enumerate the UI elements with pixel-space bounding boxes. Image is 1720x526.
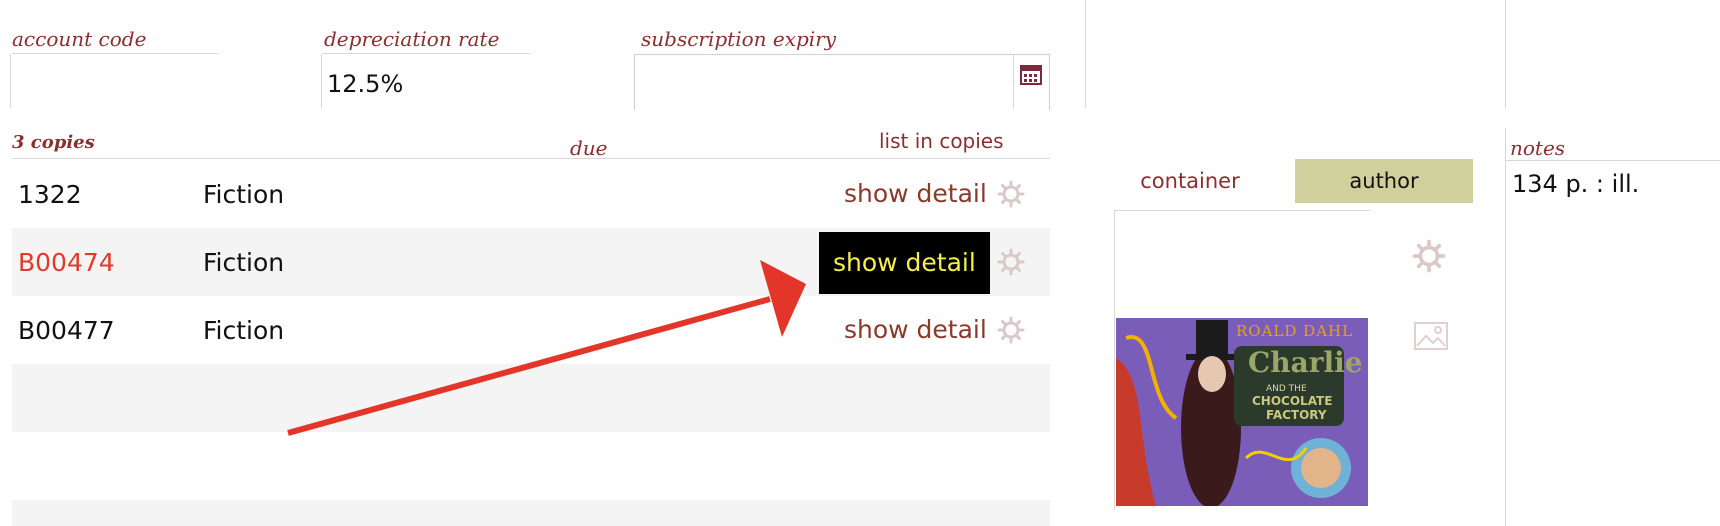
book-cover-title: Charlie [1248,346,1363,379]
tab-author[interactable]: author [1295,159,1473,203]
book-cover-image: ROALD DAHL Charlie AND THE CHOCOLATE FAC… [1116,318,1368,506]
book-cover-author: ROALD DAHL [1236,322,1354,340]
annotation-arrow [287,260,806,436]
image-icon[interactable] [1414,322,1448,350]
tab-container[interactable]: container [1115,159,1265,203]
book-cover-title-2: AND THE [1266,384,1307,394]
gear-icon[interactable] [1412,239,1446,273]
notes-text[interactable]: 134 p. : ill. [1512,170,1639,198]
image-panel [1114,210,1370,211]
book-cover-title-3: CHOCOLATE [1252,394,1333,408]
book-cover-title-4: FACTORY [1266,408,1327,422]
notes-label: notes [1510,136,1566,160]
